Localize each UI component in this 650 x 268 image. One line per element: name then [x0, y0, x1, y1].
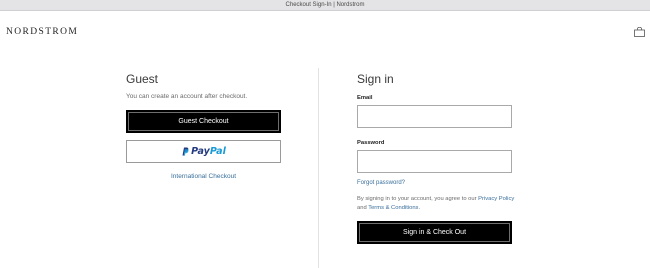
terms-and: and: [357, 204, 369, 211]
terms-suffix: .: [418, 204, 421, 211]
forgot-password-link[interactable]: Forgot password?: [357, 180, 405, 186]
international-checkout-link[interactable]: International Checkout: [126, 173, 281, 180]
paypal-icon: [182, 147, 189, 156]
window-title-bar: Checkout Sign-In | Nordstrom: [0, 0, 650, 11]
email-label: Email: [357, 95, 373, 101]
guest-checkout-button[interactable]: Guest Checkout: [126, 110, 281, 133]
terms-prefix: By signing in to your account, you agree…: [357, 196, 479, 202]
terms-conditions-link[interactable]: Terms & Conditions: [368, 205, 418, 211]
privacy-policy-link[interactable]: Privacy Policy: [478, 196, 514, 202]
guest-subtext: You can create an account after checkout…: [126, 93, 248, 100]
password-label: Password: [357, 140, 385, 146]
nordstrom-logo[interactable]: NORDSTROM: [6, 27, 78, 37]
password-field[interactable]: [357, 150, 512, 173]
signin-checkout-label: Sign in & Check Out: [402, 229, 467, 236]
paypal-logo-pal: Pal: [209, 146, 226, 157]
shopping-bag-icon[interactable]: [634, 27, 645, 37]
terms-text: By signing in to your account, you agree…: [357, 195, 517, 212]
email-field[interactable]: [357, 105, 512, 128]
guest-checkout-label: Guest Checkout: [178, 118, 229, 125]
paypal-button[interactable]: PayPal: [126, 140, 281, 163]
paypal-logo: PayPal: [191, 146, 226, 157]
window-title: Checkout Sign-In | Nordstrom: [285, 2, 365, 8]
signin-heading: Sign in: [357, 72, 394, 86]
guest-heading: Guest: [126, 72, 159, 86]
column-divider: [318, 68, 319, 268]
paypal-logo-pay: Pay: [191, 146, 210, 157]
signin-checkout-button[interactable]: Sign in & Check Out: [357, 221, 512, 244]
